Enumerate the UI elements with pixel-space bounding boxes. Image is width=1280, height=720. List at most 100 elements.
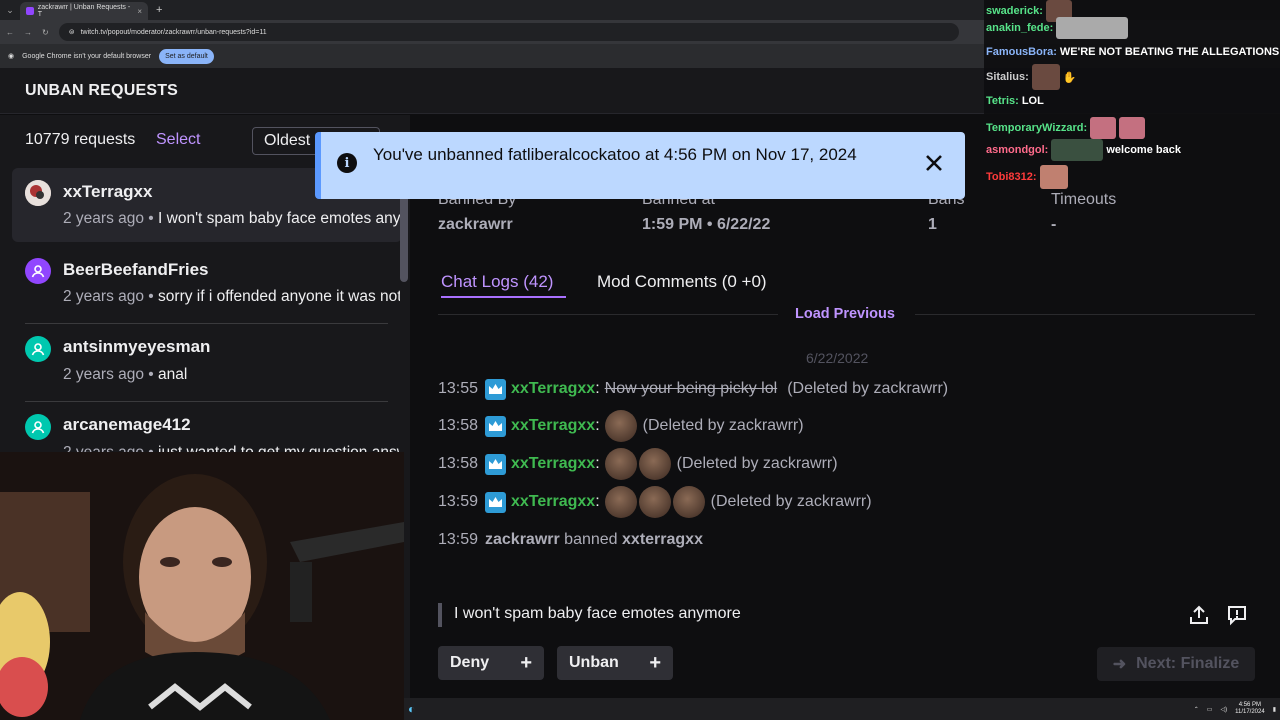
volume-icon[interactable]: ◁) (1220, 706, 1227, 713)
baby-face-emote-icon (672, 486, 705, 518)
banned-at-value: 1:59 PM • 6/22/22 (642, 216, 771, 233)
set-default-button[interactable]: Set as default (159, 48, 214, 64)
chat-log-row: 13:55 xxTerragxx: Now your being picky l… (438, 377, 948, 401)
clock[interactable]: 4:56 PM 11/17/2024 (1235, 702, 1265, 716)
deleted-note: (Deleted by zackrawrr) (787, 380, 949, 397)
timeouts-label: Timeouts (1051, 191, 1117, 208)
tab-close-icon[interactable]: × (137, 7, 142, 16)
request-message: I won't spam baby face emotes anymore (158, 210, 400, 227)
deleted-note: (Deleted by zackrawrr) (642, 417, 804, 434)
request-message: sorry if i offended anyone it was not my… (158, 288, 400, 305)
arrow-right-icon: ➜ (1112, 656, 1127, 673)
browser-tab[interactable]: zackrawrr | Unban Requests - T × (20, 2, 148, 20)
next-label: Next: Finalize (1136, 655, 1240, 672)
ban-target: xxterragxx (622, 531, 703, 548)
baby-face-emote-icon (604, 410, 637, 442)
chat-message: Sitalius: ✋ (986, 64, 1077, 90)
log-username[interactable]: xxTerragxx (511, 417, 595, 435)
clock-time: 4:56 PM (1238, 702, 1262, 708)
log-time: 13:55 (438, 380, 479, 397)
request-preview: 2 years ago • anal (63, 366, 188, 383)
ban-log-row: 13:59 zackrawrr banned xxterragxx (438, 528, 703, 552)
url-field[interactable]: ⊜ twitch.tv/popout/moderator/zackrawrr/u… (58, 23, 959, 41)
chat-message: Tetris: LOL (986, 95, 1044, 107)
chat-text: welcome back (1106, 144, 1181, 156)
new-tab-icon[interactable]: + (156, 4, 162, 16)
close-icon[interactable] (925, 152, 943, 178)
request-username: antsinmyeyesman (63, 337, 211, 356)
colon: : (595, 380, 600, 397)
log-time: 13:58 (438, 455, 479, 472)
chat-username: FamousBora: (986, 46, 1057, 58)
site-info-icon[interactable]: ⊜ (69, 28, 75, 36)
chat-log-row: 13:59 xxTerragxx: (Deleted by zackrawrr) (438, 486, 872, 518)
chevron-up-icon[interactable]: ⌃ (1194, 706, 1199, 713)
deny-button[interactable]: Deny + (438, 646, 544, 680)
chat-message: asmondgol: welcome back (986, 139, 1181, 161)
request-time: 2 years ago (63, 288, 144, 305)
list-item[interactable]: antsinmyeyesman 2 years ago • anal (12, 324, 402, 398)
forward-icon[interactable]: → (24, 28, 32, 37)
chrome-icon: ◉ (8, 53, 15, 60)
infobar-text: Google Chrome isn't your default browser (22, 52, 152, 60)
emote-icon (1090, 117, 1117, 139)
chat-message: FamousBora: WE'RE NOT BEATING THE ALLEGAT… (986, 46, 1279, 58)
unban-toast: i You've unbanned fatliberalcockatoo at … (315, 132, 965, 199)
next-finalize-button[interactable]: ➜ Next: Finalize (1097, 647, 1255, 681)
emote-icon (1119, 117, 1146, 139)
request-preview: 2 years ago • sorry if i offended anyone… (63, 288, 400, 306)
chat-message: TemporaryWizzard: (986, 117, 1146, 139)
user-icon (25, 336, 51, 362)
divider (915, 314, 1255, 315)
emote-icon (1039, 165, 1068, 189)
chat-username: Tobi8312: (986, 171, 1037, 183)
request-username: xxTerragxx (63, 182, 153, 201)
active-tab-indicator (441, 296, 566, 298)
banned-by-value: zackrawrr (438, 216, 513, 233)
colon: : (595, 417, 600, 434)
unban-button[interactable]: Unban + (557, 646, 673, 680)
request-time: 2 years ago (63, 366, 144, 383)
select-link[interactable]: Select (156, 131, 200, 149)
avatar (25, 180, 51, 206)
tab-mod-comments[interactable]: Mod Comments (0 +0) (597, 272, 767, 292)
chat-text: WE'RE NOT BEATING THE ALLEGATIONS (1059, 46, 1280, 58)
plus-icon: + (520, 651, 532, 674)
ban-actor: zackrawrr (485, 531, 560, 548)
chat-username: anakin_fede: (986, 22, 1054, 34)
reload-icon[interactable]: ↻ (42, 28, 49, 37)
log-username[interactable]: xxTerragxx (511, 493, 595, 511)
log-time: 13:59 (438, 531, 479, 548)
chat-username: swaderick: (986, 5, 1043, 17)
chat-text: LOL (1021, 95, 1044, 107)
chat-message: Tobi8312: (986, 165, 1068, 189)
tab-search-icon[interactable]: ⌄ (0, 0, 20, 20)
chat-username: Tetris: (986, 95, 1019, 107)
toast-message: You've unbanned fatliberalcockatoo at 4:… (373, 145, 857, 164)
baby-face-emote-icon (638, 448, 671, 480)
list-item[interactable]: BeerBeefandFries 2 years ago • sorry if … (12, 246, 402, 320)
back-icon[interactable]: ← (6, 28, 14, 37)
crown-badge-icon (485, 453, 506, 475)
colon: : (595, 493, 600, 510)
notification-icon[interactable]: ▮ (1273, 706, 1276, 713)
report-icon[interactable] (1226, 604, 1248, 631)
log-username[interactable]: xxTerragxx (511, 455, 595, 473)
app-icon[interactable]: ◐ (408, 702, 415, 716)
bans-value: 1 (928, 216, 937, 233)
network-icon[interactable]: ▭ (1207, 706, 1213, 713)
load-previous-button[interactable]: Load Previous (795, 306, 895, 322)
log-username[interactable]: xxTerragxx (511, 380, 595, 398)
chat-message: anakin_fede: (986, 17, 1129, 39)
streamer-webcam-image (0, 452, 404, 720)
emote-icon (1051, 139, 1104, 161)
plus-icon: + (649, 651, 661, 674)
divider (438, 314, 778, 315)
baby-face-emote-icon (638, 486, 671, 518)
baby-face-emote-icon (604, 448, 637, 480)
tab-chat-logs[interactable]: Chat Logs (42) (441, 272, 553, 292)
share-icon[interactable] (1188, 604, 1210, 631)
crown-badge-icon (485, 378, 506, 400)
clock-date: 11/17/2024 (1235, 709, 1265, 715)
deleted-message: Now your being picky lol (604, 380, 778, 397)
